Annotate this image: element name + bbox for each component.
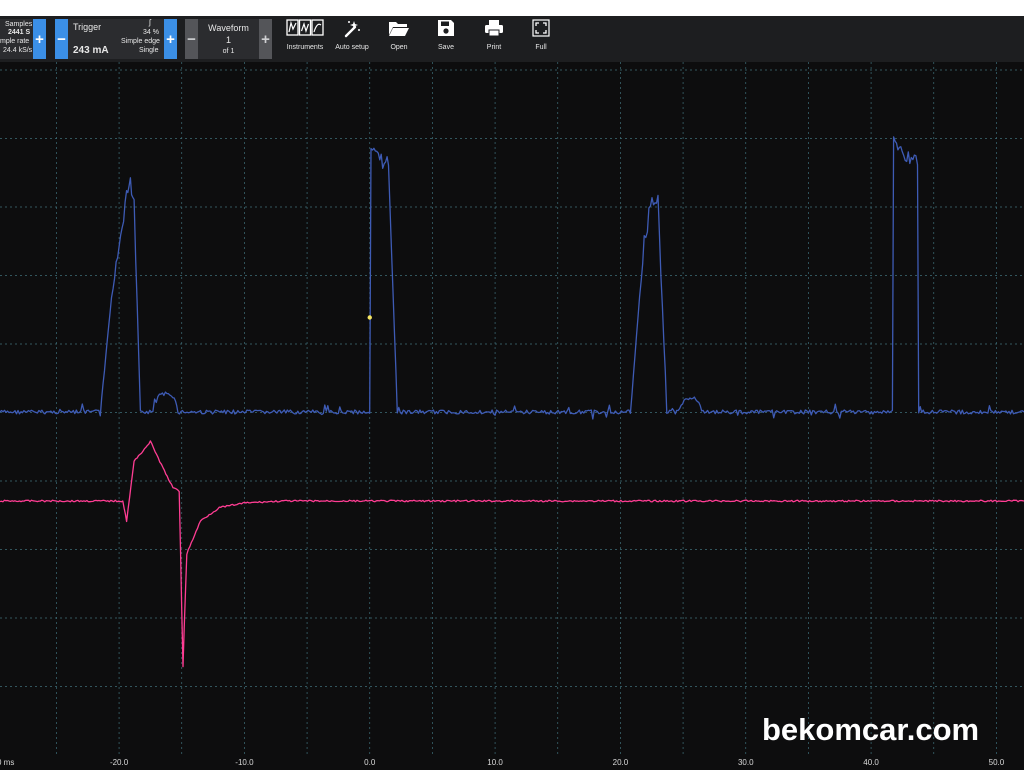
watermark-text: bekomcar.com <box>762 712 980 747</box>
print-button[interactable]: Print <box>472 16 516 60</box>
waveform-number: 1 <box>225 35 231 45</box>
samples-count: 2441 S <box>8 29 31 36</box>
trigger-percent: 34 % <box>143 29 159 36</box>
fullscreen-icon <box>519 19 563 39</box>
save-button[interactable]: Save <box>424 16 468 60</box>
samples-control: Samples 2441 S mple rate 24.4 kS/s + <box>0 19 47 59</box>
trigger-control: − Trigger 243 mA ʃ 34 % Simple edge Sing… <box>55 19 177 59</box>
printer-icon <box>472 19 516 39</box>
x-axis-ticks: 0 ms -20.0 -10.0 0.0 10.0 20.0 30.0 40.0 50.0 <box>0 758 1005 767</box>
channel-b-trace <box>0 440 1024 668</box>
trigger-increase-button[interactable]: + <box>164 19 177 59</box>
x-axis-tick-label: 30.0 <box>738 758 754 767</box>
x-axis-tick-label: 0.0 <box>364 758 376 767</box>
sample-rate-value: 24.4 kS/s <box>3 47 33 54</box>
waveform-next-button[interactable]: + <box>259 19 272 59</box>
trigger-mode: Simple edge <box>121 38 160 45</box>
auto-setup-button[interactable]: Auto setup <box>330 16 374 60</box>
full-label: Full <box>535 44 547 51</box>
plot-traces <box>0 136 1024 668</box>
trigger-value: 243 mA <box>73 45 109 56</box>
x-axis-tick-label: 20.0 <box>613 758 629 767</box>
save-disk-icon <box>424 19 468 39</box>
oscilloscope-plot[interactable]: 0 ms -20.0 -10.0 0.0 10.0 20.0 30.0 40.0 50.0 <box>0 62 1024 770</box>
samples-increase-button[interactable]: + <box>33 19 46 59</box>
x-axis-unit-label: 0 ms <box>0 758 14 767</box>
trigger-label: Trigger <box>73 22 102 32</box>
x-axis-tick-label: 10.0 <box>487 758 503 767</box>
sample-rate-label: mple rate <box>0 38 30 45</box>
samples-panel[interactable]: Samples 2441 S mple rate 24.4 kS/s <box>0 19 33 59</box>
instruments-icon <box>283 19 327 39</box>
trigger-panel[interactable]: Trigger 243 mA ʃ 34 % Simple edge Single <box>68 19 164 59</box>
trigger-edge-icon: ʃ <box>149 18 151 27</box>
full-screen-button[interactable]: Full <box>519 16 563 60</box>
open-button[interactable]: Open <box>377 16 421 60</box>
channel-a-trace <box>0 136 1024 420</box>
window-top-strip <box>0 0 1024 16</box>
waveform-of: of 1 <box>222 48 235 55</box>
auto-setup-wand-icon <box>330 19 374 39</box>
trigger-point-marker[interactable] <box>367 315 372 320</box>
x-axis-tick-label: -10.0 <box>235 758 254 767</box>
trigger-decrease-button[interactable]: − <box>55 19 68 59</box>
toolbar: Samples 2441 S mple rate 24.4 kS/s + − T… <box>0 16 1024 62</box>
x-axis-tick-label: -20.0 <box>110 758 129 767</box>
trigger-single: Single <box>139 47 159 54</box>
folder-open-icon <box>377 19 421 39</box>
waveform-control: − Waveform 1 of 1 + <box>185 19 272 59</box>
samples-label: Samples <box>5 21 33 28</box>
instruments-button[interactable]: Instruments <box>283 16 327 60</box>
waveform-label: Waveform <box>208 23 249 33</box>
x-axis-tick-label: 40.0 <box>863 758 879 767</box>
waveform-previous-button[interactable]: − <box>185 19 198 59</box>
waveform-panel: Waveform 1 of 1 <box>198 19 259 59</box>
x-axis-tick-label: 50.0 <box>989 758 1005 767</box>
